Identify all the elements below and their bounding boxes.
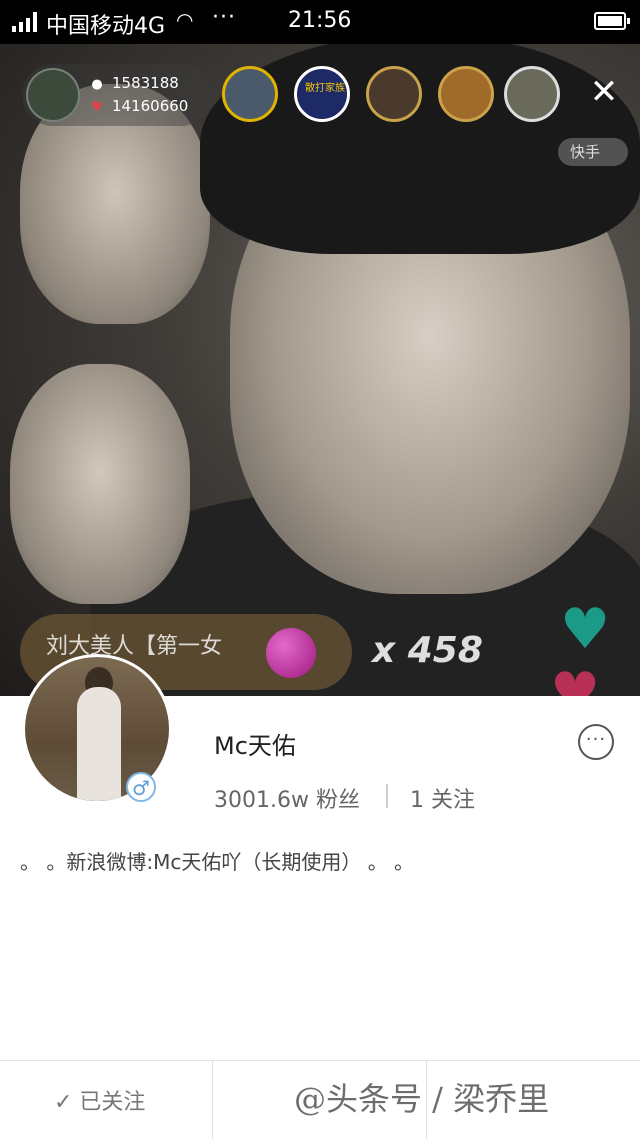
close-icon[interactable]: ✕ <box>586 74 622 110</box>
like-count: ♥ 14160660 <box>91 97 189 115</box>
profile-bio: 。 。新浪微博:Mc天佑吖（长期使用） 。 。 <box>20 850 415 874</box>
wifi-icon: ◠ <box>176 8 194 32</box>
followed-button[interactable]: ✓ 已关注 <box>54 1084 145 1116</box>
platform-tag: 快手 <box>558 138 628 166</box>
fans-count[interactable]: 3001.6w 粉丝 <box>214 782 360 814</box>
battery-icon <box>594 12 630 30</box>
divider <box>386 784 388 808</box>
profile-username: Mc天佑 <box>214 732 296 760</box>
viewer-count: ● 1583188 <box>91 74 179 92</box>
clock: 21:56 <box>288 8 352 33</box>
more-dots-icon: ··· <box>212 5 236 30</box>
person-icon: ● <box>91 77 103 92</box>
status-bar: 中国移动4G ◠ ··· 21:56 <box>0 0 640 44</box>
heart-icon: ♥ <box>91 100 103 115</box>
follow-count[interactable]: 1 关注 <box>410 782 475 814</box>
heart-icon: ♥ <box>560 597 611 662</box>
viewer-avatar-3[interactable] <box>366 66 422 122</box>
gift-icon <box>266 628 316 678</box>
host-info-pill[interactable]: ● 1583188 ♥ 14160660 <box>22 64 212 126</box>
host-avatar[interactable] <box>26 68 80 122</box>
carrier-label: 中国移动4G <box>46 14 166 39</box>
gift-combo-count: x 458 <box>372 630 483 671</box>
viewer-avatar-5[interactable] <box>504 66 560 122</box>
viewer-avatar-4[interactable] <box>438 66 494 122</box>
signal-icon <box>12 12 37 32</box>
watermark: @头条号 / 梁乔里 <box>294 1080 550 1118</box>
gift-sender-name: 刘大美人【第一女 <box>46 634 223 659</box>
live-video <box>0 44 640 696</box>
more-options-icon[interactable]: ··· <box>578 724 614 760</box>
male-icon: ♂ <box>126 772 156 802</box>
viewer-avatar-2[interactable]: 散打家族 <box>294 66 350 122</box>
heart-icon: ♥ <box>550 668 602 696</box>
divider <box>212 1061 213 1139</box>
viewer-avatar-1[interactable] <box>222 66 278 122</box>
